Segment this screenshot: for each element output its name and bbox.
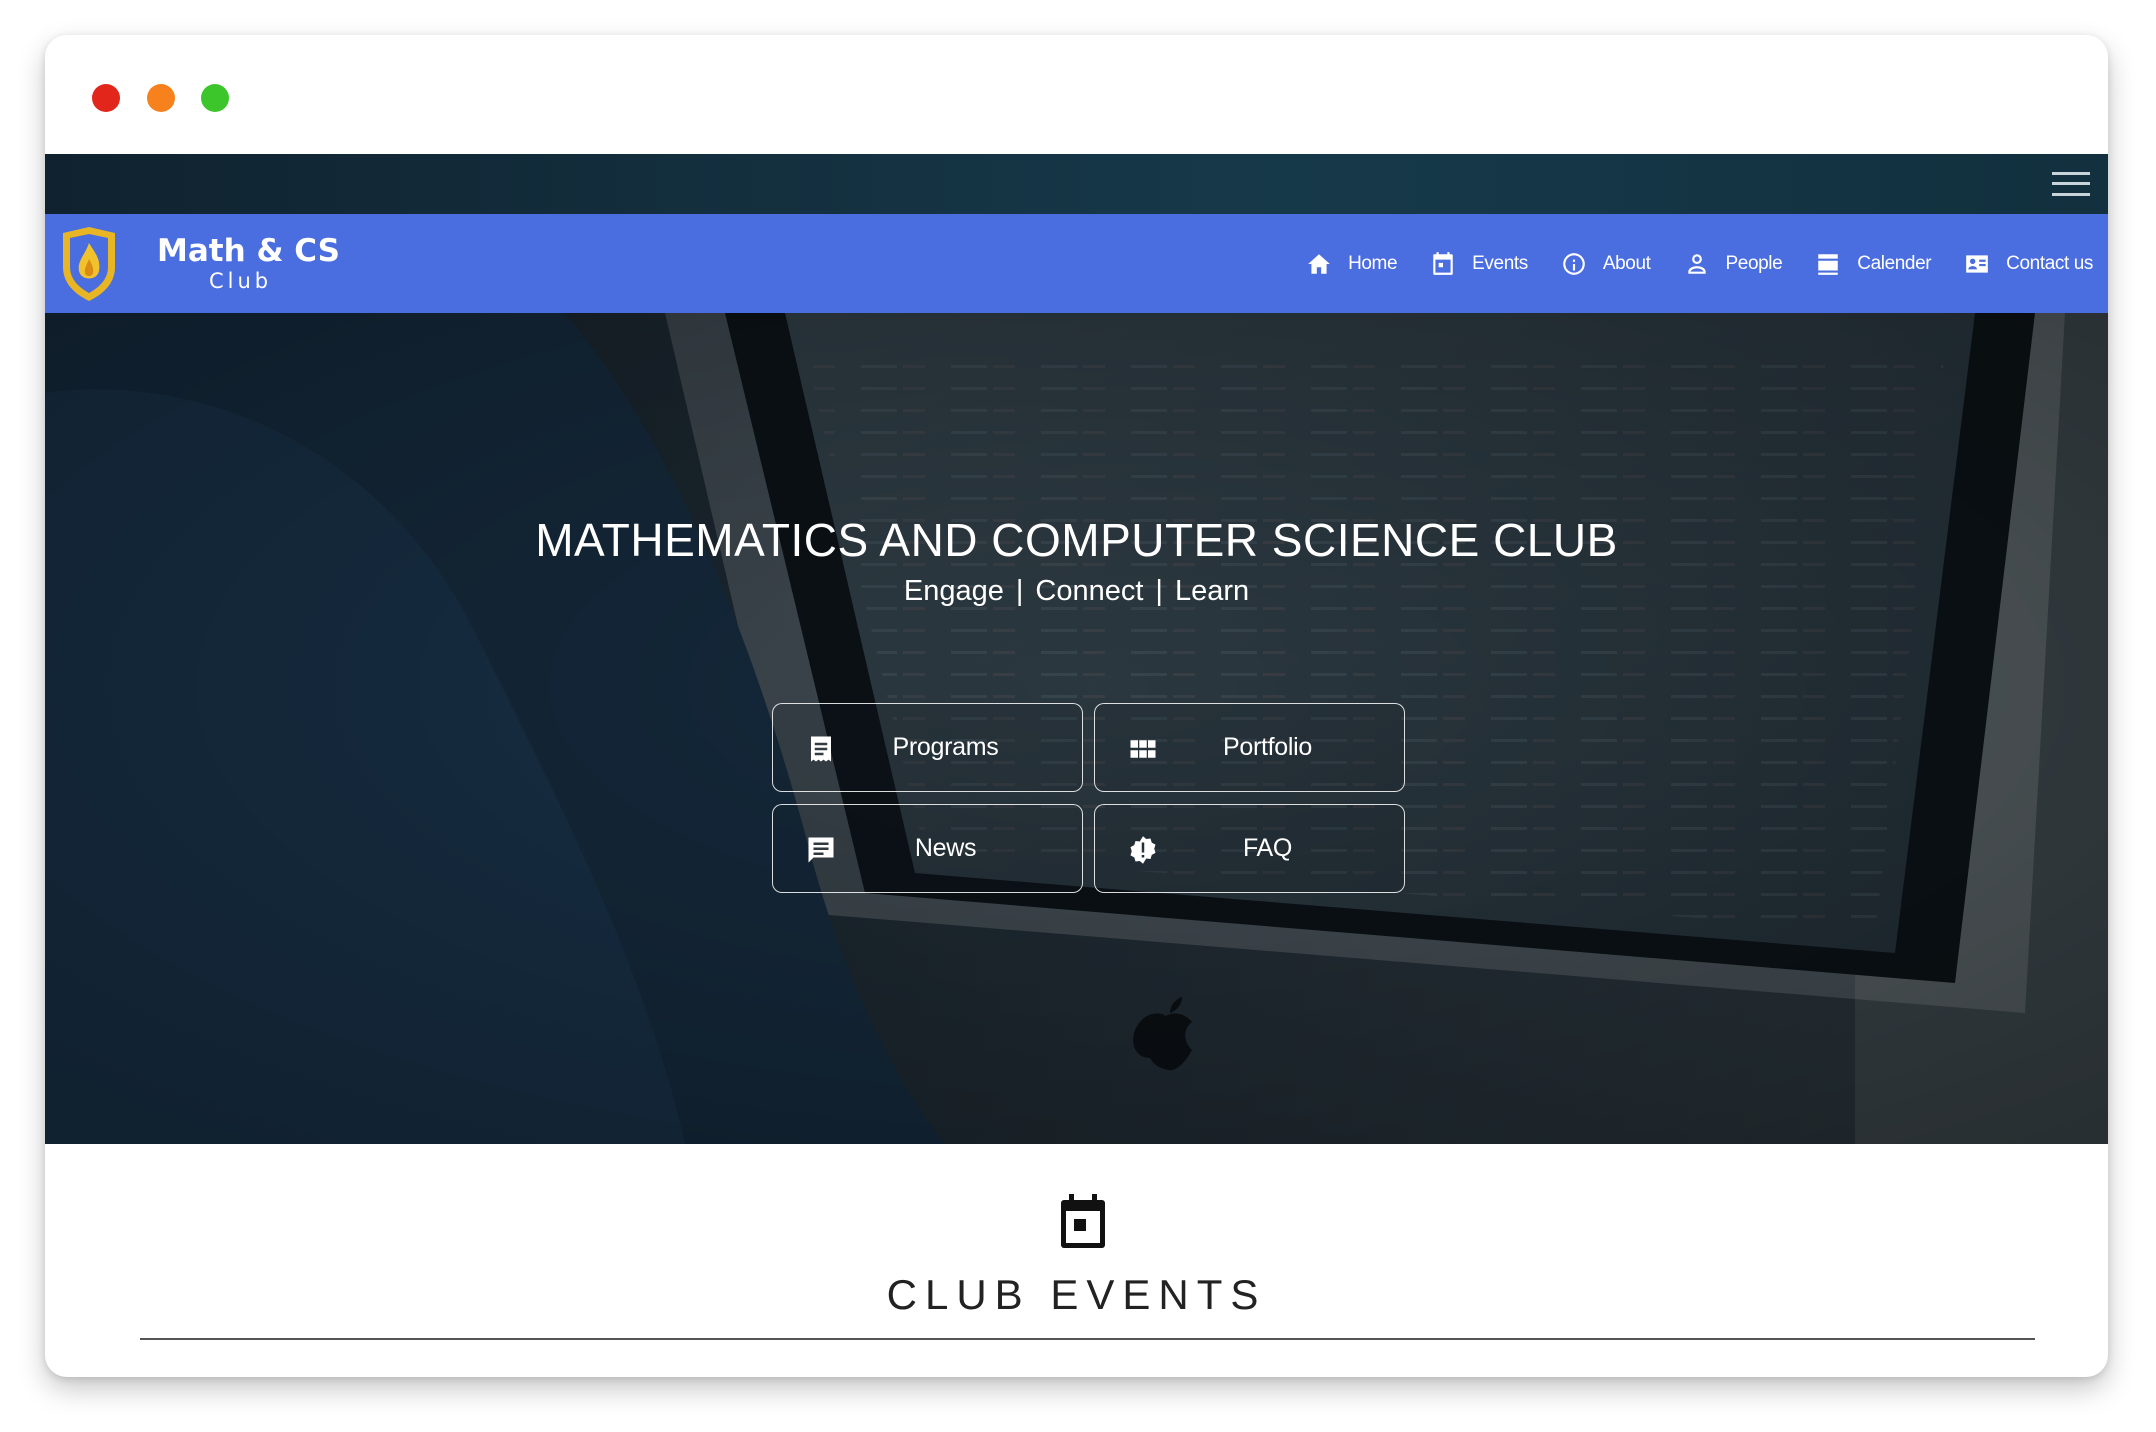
section-divider: [140, 1338, 2035, 1340]
calendar-view-icon: [1818, 253, 1839, 275]
tagline-separator: |: [1155, 575, 1163, 607]
brand-home-link[interactable]: Math & CS Club: [59, 224, 340, 304]
nav-about[interactable]: About: [1561, 251, 1651, 277]
shield-flame-logo: [63, 227, 115, 301]
nav-links: Home Events About People Calender Contac…: [1273, 214, 2093, 313]
tagline-engage: Engage: [903, 575, 1004, 607]
nav-home-label: Home: [1348, 252, 1398, 274]
hero-section: MATHEMATICS AND COMPUTER SCIENCE CLUB En…: [45, 313, 2108, 1144]
tagline-connect: Connect: [1035, 575, 1144, 607]
hamburger-icon[interactable]: [2052, 170, 2090, 198]
close-window-button[interactable]: [92, 84, 120, 112]
brand-subtitle: Club: [209, 269, 273, 293]
person-icon: [1687, 253, 1706, 274]
nav-home[interactable]: Home: [1306, 251, 1398, 277]
browser-window: Math & CS Club Home Events About People: [45, 35, 2108, 1377]
hero-title: MATHEMATICS AND COMPUTER SCIENCE CLUB: [535, 514, 1618, 566]
top-strip: [45, 154, 2108, 214]
portfolio-button[interactable]: Portfolio: [1094, 703, 1405, 792]
maximize-window-button[interactable]: [201, 84, 229, 112]
nav-calender-label: Calender: [1857, 252, 1932, 274]
alert-badge-icon: [1130, 836, 1156, 864]
chat-bubble-icon: [808, 837, 834, 863]
calendar-icon: [1433, 251, 1453, 275]
contact-card-icon: [1966, 254, 1989, 273]
nav-people[interactable]: People: [1684, 251, 1783, 277]
nav-events[interactable]: Events: [1430, 251, 1528, 277]
nav-contact-label: Contact us: [2006, 252, 2093, 274]
tagline-separator: |: [1015, 575, 1024, 607]
faq-button[interactable]: FAQ: [1094, 804, 1405, 893]
hero-tagline: Engage | Connect | Learn: [45, 575, 2108, 608]
club-events-title: CLUB EVENTS: [886, 1271, 1267, 1318]
brand-title: Math & CS: [157, 233, 340, 269]
tagline-learn: Learn: [1174, 575, 1250, 607]
grid-icon: [1130, 740, 1156, 758]
calendar-icon: [1061, 1194, 1105, 1248]
nav-people-label: People: [1725, 252, 1783, 274]
info-icon: [1563, 252, 1585, 275]
nav-contact[interactable]: Contact us: [1964, 251, 2093, 277]
news-button[interactable]: News: [772, 804, 1083, 893]
main-navbar: Math & CS Club Home Events About People: [45, 214, 2108, 313]
programs-button[interactable]: Programs: [772, 703, 1083, 792]
document-list-icon: [811, 736, 831, 762]
nav-events-label: Events: [1472, 252, 1528, 274]
minimize-window-button[interactable]: [147, 84, 175, 112]
home-icon: [1308, 253, 1330, 274]
window-titlebar: [45, 35, 2108, 154]
nav-about-label: About: [1602, 252, 1651, 274]
nav-calender[interactable]: Calender: [1815, 251, 1932, 277]
